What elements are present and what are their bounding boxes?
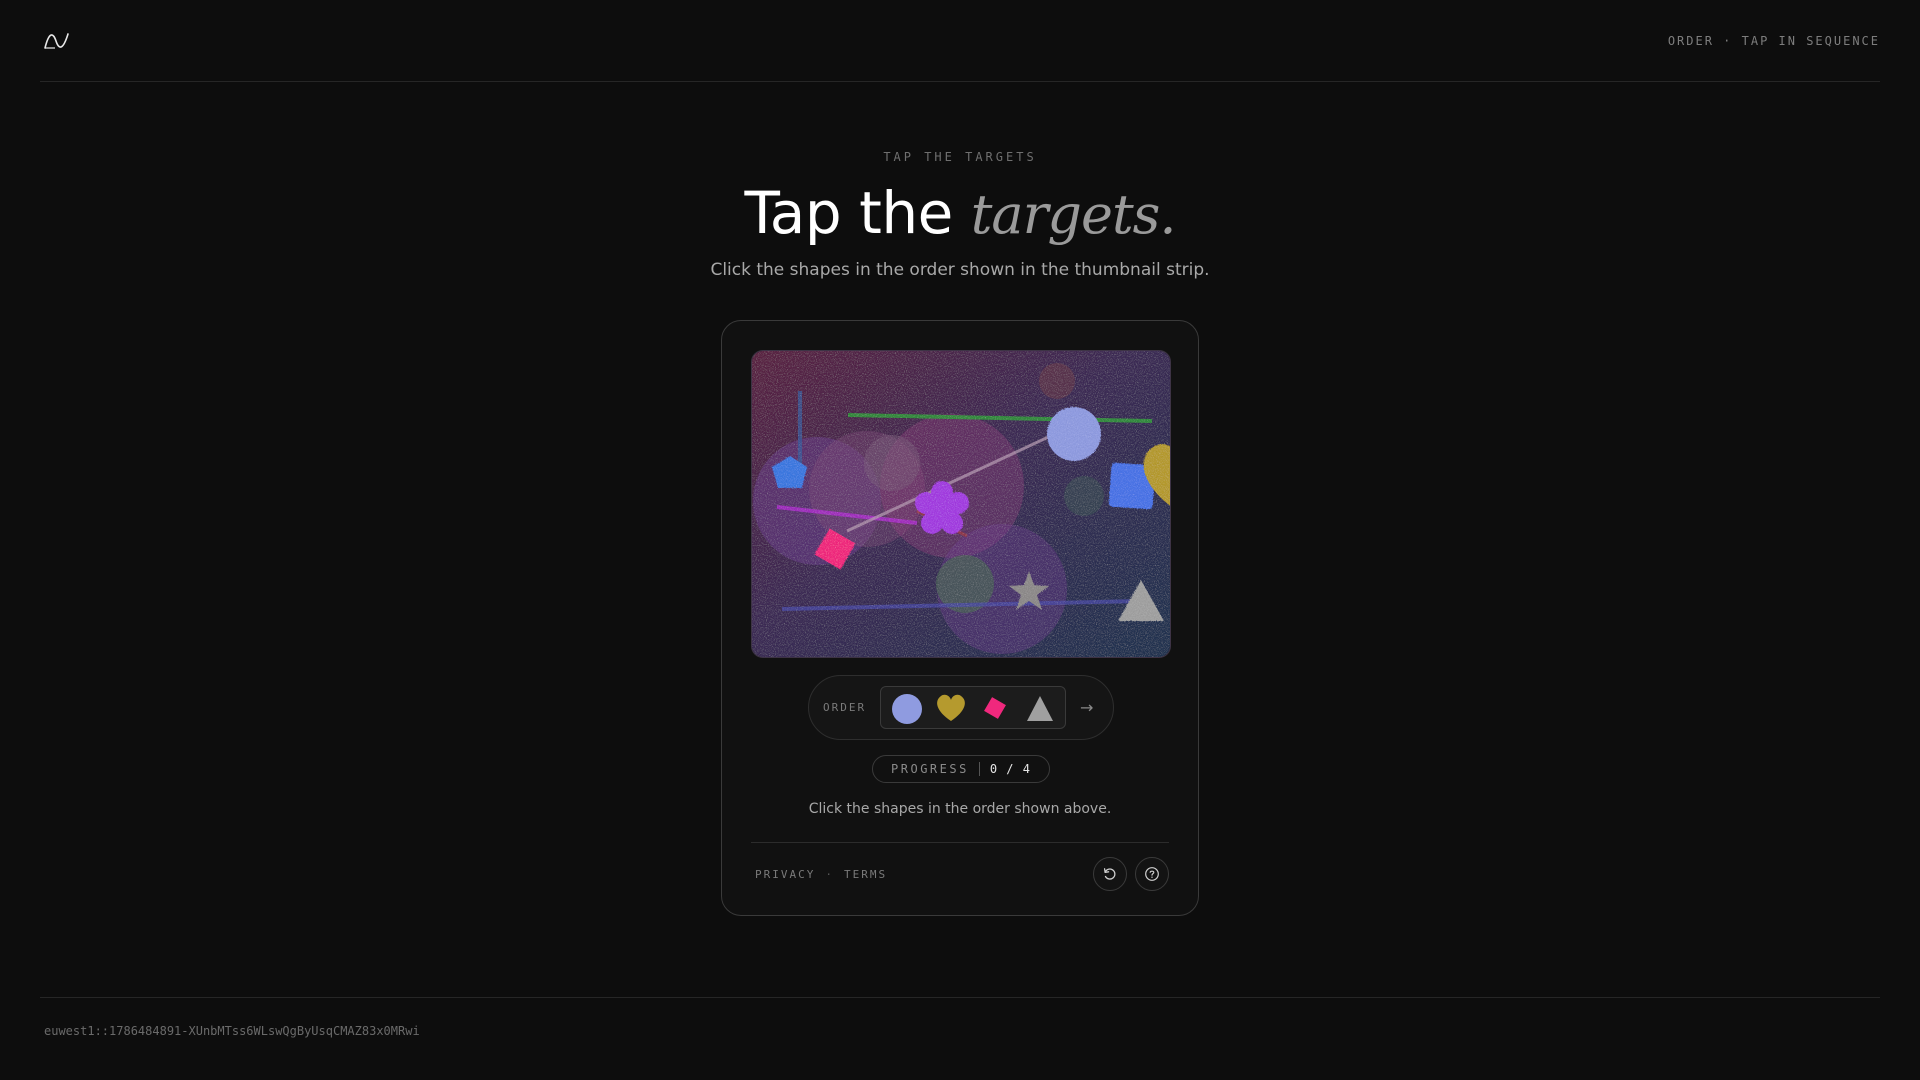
refresh-icon: [1103, 868, 1116, 880]
target-circle[interactable]: [1047, 407, 1101, 461]
help-icon: [1145, 867, 1159, 881]
thumb-circle: [892, 693, 922, 724]
progress-indicator: PROGRESS 0 / 4: [872, 755, 1050, 783]
thumb-diamond: [984, 696, 1006, 719]
thumb-triangle: [1027, 695, 1053, 721]
decoy-circle: [864, 435, 920, 491]
card-divider: [751, 842, 1169, 843]
challenge-scene[interactable]: [752, 351, 1171, 658]
card-footer: PRIVACY · TERMS: [751, 856, 1169, 892]
refresh-button[interactable]: [1093, 857, 1127, 891]
thumbnail-strip: [880, 686, 1066, 729]
title-accent: targets.: [970, 183, 1177, 246]
top-bar: ORDER · TAP IN SEQUENCE: [40, 0, 1880, 82]
help-button[interactable]: [1135, 857, 1169, 891]
link-separator: ·: [825, 867, 834, 881]
eyebrow-label: TAP THE TARGETS: [883, 150, 1037, 164]
thumb-heart: [937, 694, 965, 721]
page-subtitle: Click the shapes in the order shown in t…: [710, 259, 1210, 280]
title-main: Tap the: [744, 179, 971, 247]
decoy-circle: [1064, 476, 1104, 516]
progress-divider: [978, 762, 980, 776]
order-label: ORDER: [823, 701, 867, 714]
footer-links: PRIVACY · TERMS: [755, 868, 887, 881]
order-bar: ORDER →: [808, 675, 1114, 740]
icon-buttons: [1093, 857, 1169, 891]
session-id: euwest1::1786484891-XUnbMTss6WLswQgByUsq…: [44, 1024, 420, 1038]
decoy-circle: [1039, 363, 1075, 399]
wave-logo-icon: [44, 32, 69, 49]
progress-value: 0 / 4: [989, 762, 1031, 776]
challenge-canvas[interactable]: [751, 350, 1171, 658]
progress-label: PROGRESS: [891, 762, 969, 776]
arrow-right-icon: →: [1080, 698, 1094, 717]
instruction-text: Click the shapes in the order shown abov…: [808, 801, 1112, 817]
footer-divider: [40, 997, 1880, 998]
captcha-card: ORDER → PROGRESS 0 / 4 Click the shapes …: [721, 320, 1199, 916]
hero: TAP THE TARGETS Tap the targets. Click t…: [0, 150, 1920, 280]
privacy-link[interactable]: PRIVACY: [755, 868, 815, 881]
page-title: Tap the targets.: [0, 179, 1920, 247]
mode-label: ORDER · TAP IN SEQUENCE: [1667, 33, 1880, 48]
terms-link[interactable]: TERMS: [844, 868, 887, 881]
